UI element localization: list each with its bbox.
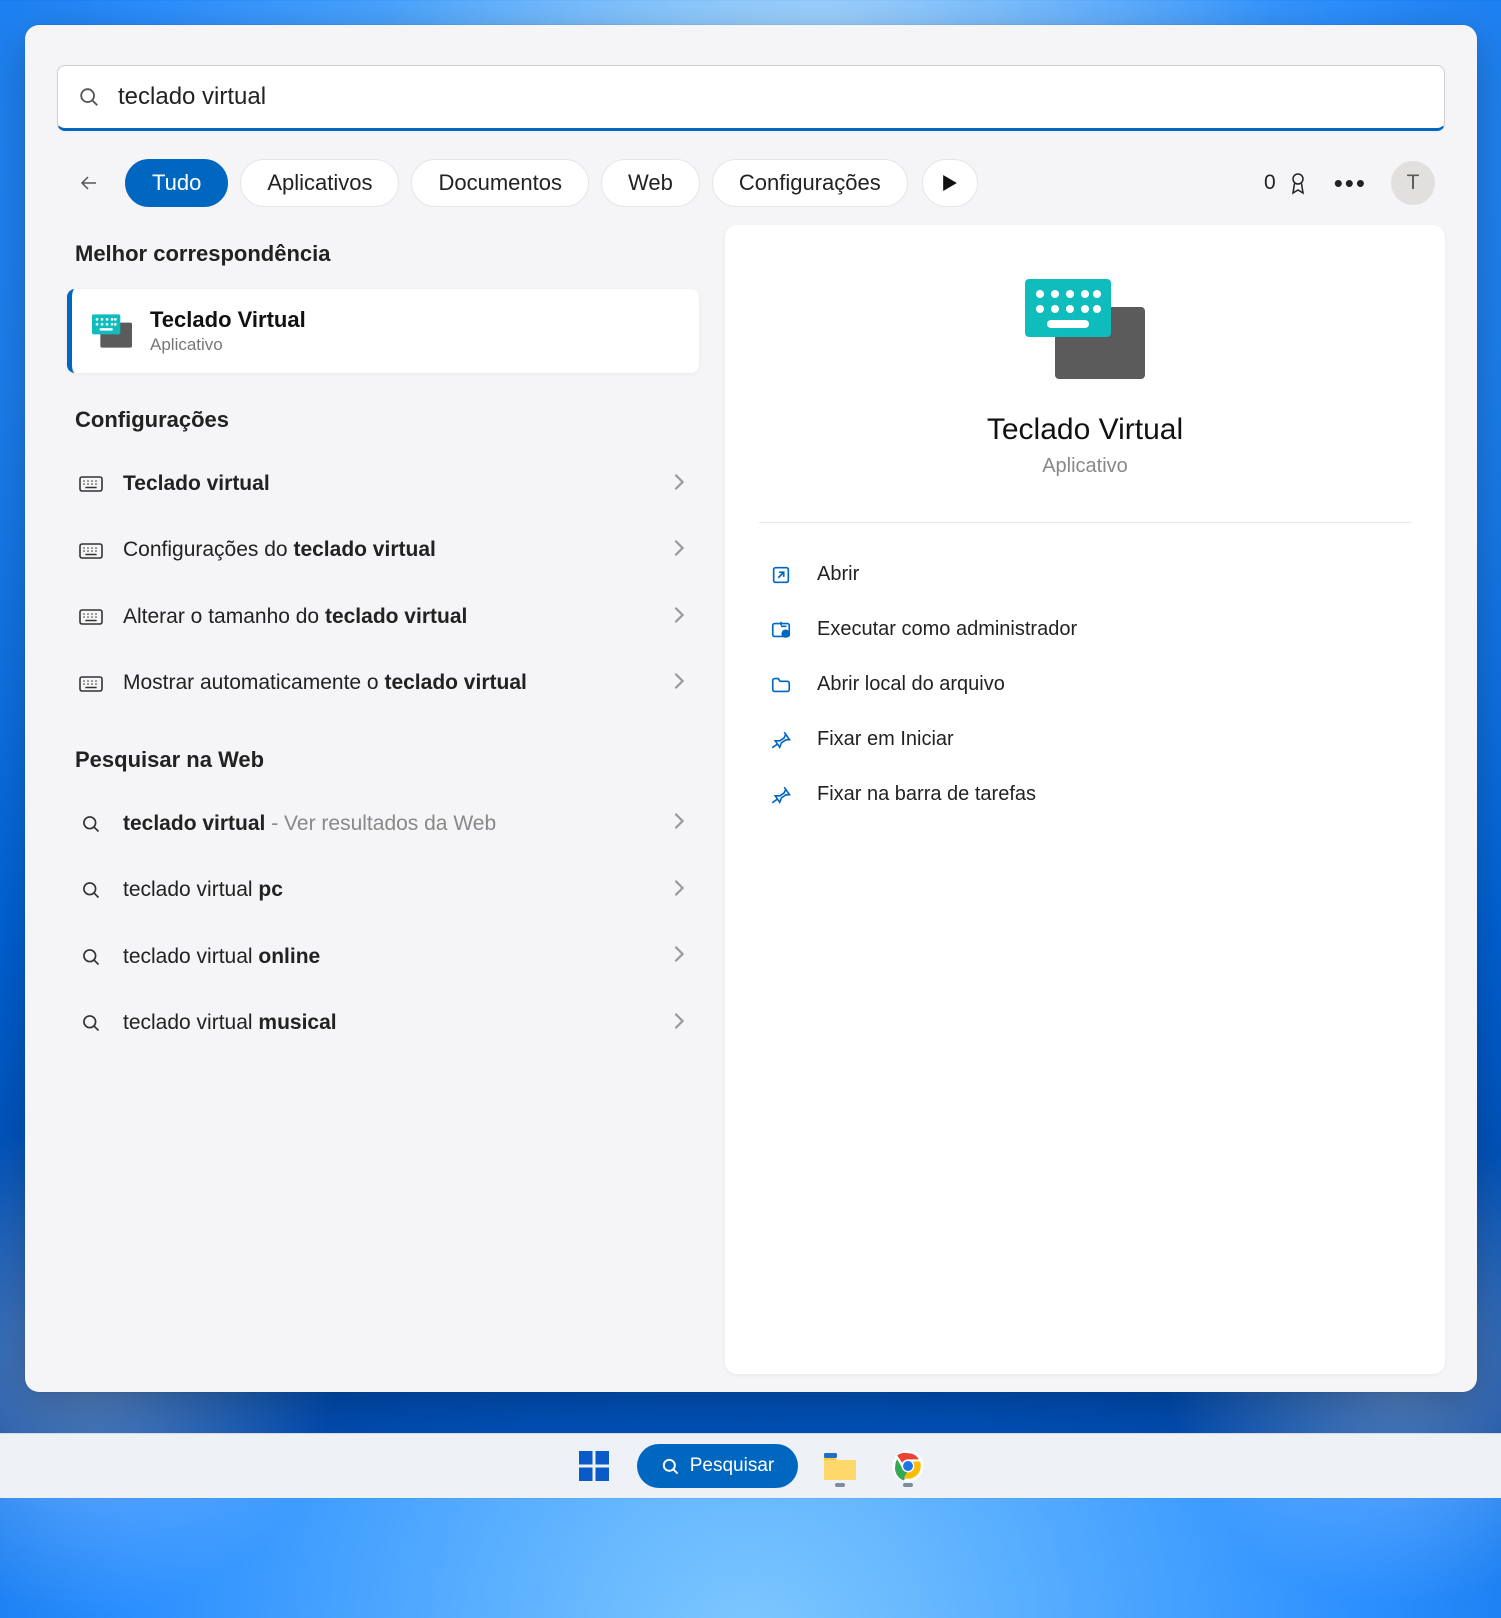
best-match-header: Melhor correspondência <box>67 229 703 285</box>
result-text: Mostrar automaticamente o teclado virtua… <box>123 668 655 698</box>
search-input[interactable] <box>118 83 1424 111</box>
chevron-right-icon <box>673 1011 685 1036</box>
taskbar-search-label: Pesquisar <box>690 1455 775 1477</box>
web-result[interactable]: teclado virtual - Ver resultados da Web <box>67 791 703 857</box>
keyboard-icon <box>77 542 105 560</box>
chrome-icon <box>891 1449 925 1483</box>
result-text: teclado virtual pc <box>123 875 655 905</box>
chevron-right-icon <box>673 878 685 903</box>
search-icon <box>77 880 105 900</box>
settings-result[interactable]: Mostrar automaticamente o teclado virtua… <box>67 650 703 716</box>
web-result[interactable]: teclado virtual musical <box>67 990 703 1056</box>
medal-icon <box>1286 171 1310 195</box>
filter-pill-configurações[interactable]: Configurações <box>712 159 908 207</box>
filter-pill-tudo[interactable]: Tudo <box>125 159 228 207</box>
result-text: Alterar o tamanho do teclado virtual <box>123 602 655 632</box>
search-icon <box>78 86 100 108</box>
search-icon <box>661 1457 680 1476</box>
windows-icon <box>579 1451 609 1481</box>
keyboard-app-icon <box>92 311 132 351</box>
action-pin[interactable]: Fixar em Iniciar <box>759 712 1411 767</box>
action-label: Abrir local do arquivo <box>817 673 1005 696</box>
taskbar-chrome[interactable] <box>882 1441 934 1491</box>
more-button[interactable]: ••• <box>1334 168 1367 199</box>
taskbar-search-button[interactable]: Pesquisar <box>637 1444 799 1488</box>
settings-result[interactable]: Alterar o tamanho do teclado virtual <box>67 584 703 650</box>
folder-icon <box>822 1450 858 1482</box>
action-admin[interactable]: Executar como administrador <box>759 602 1411 657</box>
result-text: teclado virtual - Ver resultados da Web <box>123 809 655 839</box>
chevron-right-icon <box>673 811 685 836</box>
points-count: 0 <box>1264 171 1276 195</box>
settings-result[interactable]: Configurações do teclado virtual <box>67 517 703 583</box>
search-icon <box>77 1013 105 1033</box>
action-label: Fixar na barra de tarefas <box>817 783 1036 806</box>
web-result[interactable]: teclado virtual pc <box>67 857 703 923</box>
keyboard-icon <box>77 675 105 693</box>
best-match-result[interactable]: Teclado Virtual Aplicativo <box>67 289 699 373</box>
search-window: TudoAplicativosDocumentosWebConfiguraçõe… <box>25 25 1477 1392</box>
pin-icon <box>767 729 795 751</box>
admin-icon <box>767 619 795 641</box>
filter-pill-web[interactable]: Web <box>601 159 700 207</box>
details-panel: Teclado Virtual Aplicativo Abrir Executar… <box>725 225 1445 1374</box>
keyboard-icon <box>77 475 105 493</box>
result-text: teclado virtual online <box>123 942 655 972</box>
filter-pills: TudoAplicativosDocumentosWebConfiguraçõe… <box>125 159 908 207</box>
action-pin[interactable]: Fixar na barra de tarefas <box>759 767 1411 822</box>
back-button[interactable] <box>67 161 111 205</box>
web-header: Pesquisar na Web <box>67 717 703 791</box>
taskbar-file-explorer[interactable] <box>814 1441 866 1491</box>
open-icon <box>767 564 795 586</box>
search-icon <box>77 947 105 967</box>
filter-pill-documentos[interactable]: Documentos <box>411 159 589 207</box>
action-label: Fixar em Iniciar <box>817 728 954 751</box>
chevron-right-icon <box>673 671 685 696</box>
result-text: teclado virtual musical <box>123 1008 655 1038</box>
search-bar[interactable] <box>57 65 1445 131</box>
start-button[interactable] <box>567 1441 621 1491</box>
action-label: Abrir <box>817 563 859 586</box>
results-column: Melhor correspondência Teclado Virtual A… <box>57 225 703 1374</box>
action-open[interactable]: Abrir <box>759 547 1411 602</box>
best-match-type: Aplicativo <box>150 335 306 355</box>
result-text: Teclado virtual <box>123 469 655 499</box>
rewards-points[interactable]: 0 <box>1264 171 1310 195</box>
chevron-right-icon <box>673 605 685 630</box>
action-label: Executar como administrador <box>817 618 1077 641</box>
web-result[interactable]: teclado virtual online <box>67 924 703 990</box>
best-match-title: Teclado Virtual <box>150 307 306 333</box>
details-title: Teclado Virtual <box>987 413 1183 447</box>
chevron-right-icon <box>673 538 685 563</box>
action-folder[interactable]: Abrir local do arquivo <box>759 657 1411 712</box>
folder-icon <box>767 674 795 696</box>
pin-icon <box>767 784 795 806</box>
keyboard-app-icon-large <box>1025 279 1145 379</box>
divider <box>759 522 1411 523</box>
details-type: Aplicativo <box>1042 455 1128 478</box>
settings-header: Configurações <box>67 377 703 451</box>
filter-pill-aplicativos[interactable]: Aplicativos <box>240 159 399 207</box>
user-avatar[interactable]: T <box>1391 161 1435 205</box>
toolbar: TudoAplicativosDocumentosWebConfiguraçõe… <box>25 153 1477 225</box>
keyboard-icon <box>77 608 105 626</box>
chevron-right-icon <box>673 472 685 497</box>
result-text: Configurações do teclado virtual <box>123 535 655 565</box>
play-button[interactable] <box>922 159 978 207</box>
chevron-right-icon <box>673 944 685 969</box>
search-icon <box>77 814 105 834</box>
settings-result[interactable]: Teclado virtual <box>67 451 703 517</box>
taskbar: Pesquisar <box>0 1433 1501 1498</box>
